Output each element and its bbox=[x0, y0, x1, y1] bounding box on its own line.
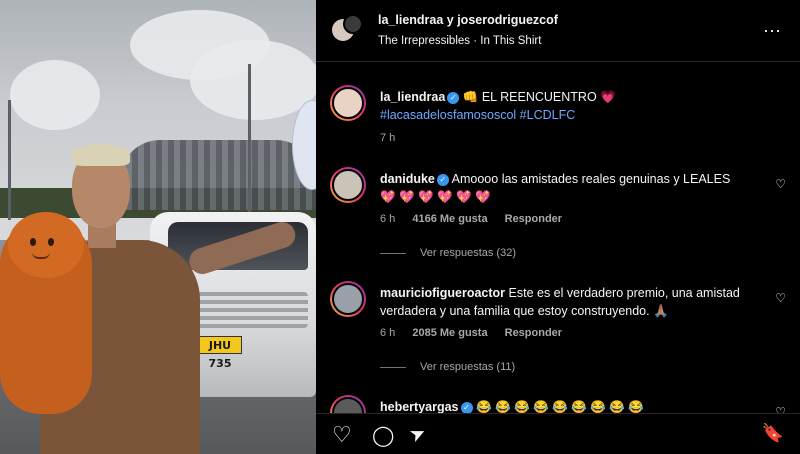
post-side-panel: la_liendraa y joserodriguezcof The Irrep… bbox=[316, 0, 800, 454]
cloud bbox=[190, 40, 316, 120]
view-replies-button[interactable]: Ver respuestas (32) bbox=[380, 247, 516, 259]
like-heart-icon[interactable]: ♡ bbox=[332, 422, 352, 448]
comment-username[interactable]: daniduke bbox=[380, 172, 435, 186]
bridge-structure bbox=[120, 140, 316, 210]
light-pole bbox=[8, 100, 11, 220]
caption-username[interactable]: la_liendraa bbox=[380, 90, 445, 104]
comment-body: Amoooo las amistades reales genuinas y L… bbox=[448, 172, 731, 186]
comment-text: mauriciofigueroactor Este es el verdader… bbox=[380, 285, 770, 302]
comment-body: Este es el verdadero premio, una amistad bbox=[505, 286, 740, 300]
like-comment-icon[interactable]: ♡ bbox=[775, 405, 786, 413]
share-icon[interactable]: ➤ bbox=[406, 421, 430, 449]
plush-toy-head bbox=[8, 212, 84, 278]
view-replies-button[interactable]: Ver respuestas (11) bbox=[380, 361, 515, 373]
license-plate: JHU 735 bbox=[198, 336, 242, 370]
verified-icon: ✓ bbox=[436, 173, 449, 186]
comment-text: hebertyargas ✓ 😂 😂 😂 😂 😂 😂 😂 😂 😂 bbox=[380, 399, 770, 413]
comment-text: daniduke ✓ Amoooo las amistades reales ge… bbox=[380, 171, 770, 188]
comment-likes[interactable]: 4166 Me gusta bbox=[412, 213, 487, 225]
audio-track[interactable]: The Irrepressibles · In This Shirt bbox=[378, 35, 541, 47]
view-replies-label: Ver respuestas (32) bbox=[420, 247, 516, 259]
save-bookmark-icon[interactable]: 🔖 bbox=[762, 423, 784, 444]
like-comment-icon[interactable]: ♡ bbox=[775, 291, 786, 305]
caption-time: 7 h bbox=[380, 132, 396, 144]
view-replies-label: Ver respuestas (11) bbox=[420, 361, 516, 373]
caption-body: 👊 EL REENCUENTRO 💗 bbox=[459, 90, 616, 104]
light-pole bbox=[248, 64, 251, 234]
comment-likes[interactable]: 2085 Me gusta bbox=[412, 327, 487, 339]
plush-eye bbox=[48, 238, 54, 246]
comment-username[interactable]: hebertyargas bbox=[380, 400, 459, 413]
comment-time: 6 h bbox=[380, 327, 396, 339]
post-authors[interactable]: la_liendraa y joserodriguezcof bbox=[378, 13, 558, 27]
post-actions-bar: ♡ ◯ ➤ 🔖 bbox=[316, 413, 800, 454]
comments-list: la_liendraa ✓ 👊 EL REENCUENTRO 💗 #lacasad… bbox=[316, 63, 800, 413]
comment-body: 😂 😂 😂 😂 😂 😂 😂 😂 😂 bbox=[472, 400, 644, 413]
post-header: la_liendraa y joserodriguezcof The Irrep… bbox=[316, 0, 800, 62]
avatar[interactable] bbox=[330, 281, 366, 317]
comment-time: 6 h bbox=[380, 213, 396, 225]
avatar[interactable] bbox=[343, 14, 363, 34]
reply-button[interactable]: Responder bbox=[505, 327, 562, 339]
post-media[interactable]: JHU 735 bbox=[0, 0, 316, 454]
comment-emojis: 💖 💖 💖 💖 💖 💖 bbox=[380, 190, 491, 204]
caption-hashtags[interactable]: #lacasadelosfamososcol #LCDLFC bbox=[380, 107, 770, 124]
cloud bbox=[10, 60, 100, 130]
reply-button[interactable]: Responder bbox=[505, 213, 562, 225]
verified-icon: ✓ bbox=[460, 401, 473, 413]
person-hair bbox=[72, 144, 130, 166]
comment-meta: 6 h 2085 Me gusta Responder bbox=[380, 327, 562, 339]
avatar[interactable] bbox=[330, 167, 366, 203]
caption-text: la_liendraa ✓ 👊 EL REENCUENTRO 💗 bbox=[380, 89, 770, 106]
verified-icon: ✓ bbox=[447, 91, 460, 104]
like-comment-icon[interactable]: ♡ bbox=[775, 177, 786, 191]
plush-eye bbox=[30, 238, 36, 246]
avatar[interactable] bbox=[330, 85, 366, 121]
comment-icon[interactable]: ◯ bbox=[372, 423, 394, 448]
comment-username[interactable]: mauriciofigueroactor bbox=[380, 286, 505, 300]
comment-meta: 6 h 4166 Me gusta Responder bbox=[380, 213, 562, 225]
more-options-icon[interactable]: ⋯ bbox=[763, 21, 782, 42]
comment-text-line2: verdadera y una familia que estoy constr… bbox=[380, 304, 669, 318]
avatar[interactable] bbox=[330, 395, 366, 413]
